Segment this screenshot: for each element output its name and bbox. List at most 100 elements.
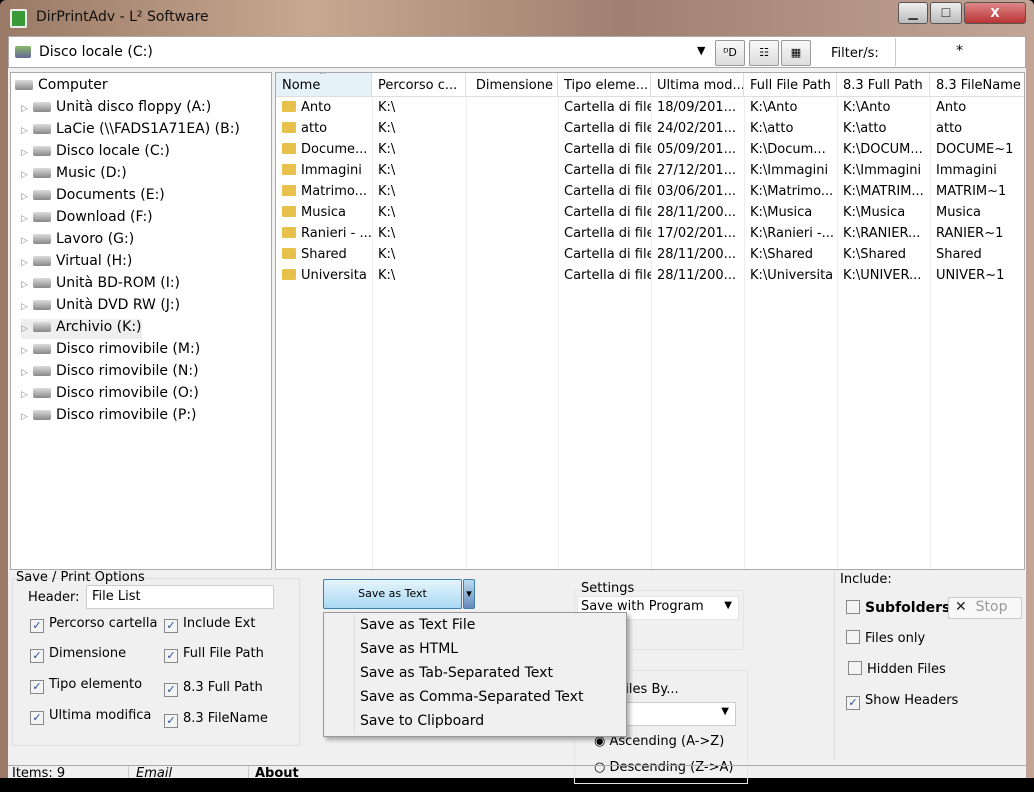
filter-input[interactable]: * <box>895 38 1023 66</box>
column-header[interactable]: Tipo eleme... <box>558 73 651 97</box>
option-checkbox[interactable]: ✓ Include Ext <box>164 616 255 633</box>
drive-dropdown-arrow-icon[interactable]: ▼ <box>697 44 705 57</box>
expand-arrow-icon[interactable]: ▷ <box>21 214 33 224</box>
cell-text: K:\ <box>378 184 396 199</box>
table-row[interactable]: Immagini K:\ Cartella di file 27/12/201... K… <box>276 161 1024 182</box>
column-header[interactable]: Dimensione <box>466 73 558 97</box>
menu-item-save-clipboard[interactable]: Save to Clipboard <box>360 713 484 729</box>
cell-text: K:\Anto <box>750 100 798 115</box>
option-checkbox[interactable]: ✓ Dimensione <box>30 646 126 663</box>
folder-icon <box>282 248 296 259</box>
option-checkbox[interactable]: ✓ 8.3 FileName <box>164 711 268 728</box>
menu-item-save-tsv[interactable]: Save as Tab-Separated Text <box>360 665 553 681</box>
stop-button[interactable]: ✕ Stop <box>948 597 1022 619</box>
tree-item[interactable]: ▷ Music (D:) <box>21 165 127 185</box>
tree-item[interactable]: ▷ Unità DVD RW (J:) <box>21 297 180 317</box>
tree-item-label: Unità DVD RW (J:) <box>56 297 181 313</box>
option-checkbox[interactable]: ✓ Ultima modifica <box>30 708 151 725</box>
tree-item[interactable]: ▷ Archivio (K:) <box>21 319 142 339</box>
expand-arrow-icon[interactable]: ▷ <box>21 126 33 136</box>
expand-arrow-icon[interactable]: ▷ <box>21 346 33 356</box>
drive-select[interactable]: Disco locale (C:) <box>39 44 153 60</box>
files-only-checkbox[interactable]: Files only <box>846 630 925 646</box>
table-cell: K:\Anto <box>744 98 837 119</box>
table-row[interactable]: atto K:\ Cartella di file 24/02/201... K:\at… <box>276 119 1024 140</box>
subfolders-checkbox[interactable]: Subfolders <box>846 600 950 616</box>
filter-label: Filter/s: <box>831 46 879 61</box>
tree-item[interactable]: ▷ Download (F:) <box>21 209 153 229</box>
cell-text: K:\Ranieri -... <box>750 226 835 241</box>
option-checkbox[interactable]: ✓ 8.3 Full Path <box>164 680 263 697</box>
table-cell <box>466 203 558 224</box>
column-header[interactable]: 8.3 FileName <box>930 73 1024 97</box>
expand-arrow-icon[interactable]: ▷ <box>21 170 33 180</box>
tree-item-label: Computer <box>38 77 108 93</box>
expand-arrow-icon[interactable]: ▷ <box>21 192 33 202</box>
tree-item-computer[interactable]: Computer <box>15 77 108 97</box>
header-input[interactable]: File List <box>86 585 274 609</box>
list-view-button[interactable]: ☷ <box>749 40 779 66</box>
expand-arrow-icon[interactable]: ▷ <box>21 104 33 114</box>
details-view-button[interactable]: ▦ <box>781 40 811 66</box>
tree-item[interactable]: ▷ Disco locale (C:) <box>21 143 170 163</box>
email-link[interactable]: Email <box>136 766 172 778</box>
expand-arrow-icon[interactable]: ▷ <box>21 412 33 422</box>
menu-item-save-text-file[interactable]: Save as Text File <box>360 617 475 633</box>
menu-item-save-csv[interactable]: Save as Comma-Separated Text <box>360 689 583 705</box>
about-link[interactable]: About <box>255 766 299 778</box>
folder-tree[interactable]: Computer ▷ Unità disco floppy (A:) ▷ LaCie (… <box>10 72 272 570</box>
table-cell: RANIER~1 <box>930 224 1024 245</box>
column-header[interactable]: Ultima mod... <box>651 73 744 97</box>
tree-item[interactable]: ▷ Unità BD-ROM (I:) <box>21 275 180 295</box>
hidden-files-checkbox[interactable]: Hidden Files <box>848 661 946 677</box>
tree-item[interactable]: ▷ Disco rimovibile (P:) <box>21 407 197 427</box>
table-row[interactable]: Ranieri - ... K:\ Cartella di file 17/02/20… <box>276 224 1024 245</box>
file-list[interactable]: Nome Percorso c... Dimensione Tipo eleme...… <box>275 72 1025 570</box>
expand-arrow-icon[interactable]: ▷ <box>21 258 33 268</box>
table-cell: atto <box>930 119 1024 140</box>
tree-item[interactable]: ▷ LaCie (\\FADS1A71EA) (B:) <box>21 121 240 141</box>
table-row[interactable]: Matrimo... K:\ Cartella di file 03/06/201..… <box>276 182 1024 203</box>
column-header[interactable]: Percorso c... <box>372 73 466 97</box>
sort-names-button[interactable]: ᴰD <box>715 40 745 66</box>
tree-item[interactable]: ▷ Unità disco floppy (A:) <box>21 99 211 119</box>
table-row[interactable]: Musica K:\ Cartella di file 28/11/200... K:\… <box>276 203 1024 224</box>
show-headers-checkbox[interactable]: ✓ Show Headers <box>846 693 958 710</box>
menu-item-save-html[interactable]: Save as HTML <box>360 641 458 657</box>
option-checkbox[interactable]: ✓ Tipo elemento <box>30 677 142 694</box>
cell-text: K:\Immagini <box>843 163 922 178</box>
table-row[interactable]: Docume... K:\ Cartella di file 05/09/201...… <box>276 140 1024 161</box>
tree-item-label: Download (F:) <box>56 209 153 225</box>
expand-arrow-icon[interactable]: ▷ <box>21 280 33 290</box>
expand-arrow-icon[interactable]: ▷ <box>21 368 33 378</box>
table-cell: MATRIM~1 <box>930 182 1024 203</box>
tree-item[interactable]: ▷ Documents (E:) <box>21 187 165 207</box>
table-cell: 18/09/201... <box>651 98 744 119</box>
expand-arrow-icon[interactable]: ▷ <box>21 302 33 312</box>
expand-arrow-icon[interactable]: ▷ <box>21 390 33 400</box>
table-cell: Cartella di file <box>558 203 651 224</box>
save-as-text-button[interactable]: Save as Text <box>323 579 462 609</box>
checkbox-box <box>848 661 862 675</box>
save-dropdown-button[interactable]: ▾ <box>463 579 475 609</box>
expand-arrow-icon[interactable]: ▷ <box>21 324 33 334</box>
cell-text: Matrimo... <box>301 184 368 199</box>
option-checkbox[interactable]: ✓ Full File Path <box>164 646 264 663</box>
expand-arrow-icon[interactable]: ▷ <box>21 148 33 158</box>
expand-arrow-icon[interactable]: ▷ <box>21 236 33 246</box>
maximize-button[interactable]: ☐ <box>930 2 962 24</box>
tree-item[interactable]: ▷ Disco rimovibile (N:) <box>21 363 199 383</box>
table-cell: K:\MATRIM... <box>837 182 930 203</box>
tree-item[interactable]: ▷ Virtual (H:) <box>21 253 132 273</box>
tree-item[interactable]: ▷ Disco rimovibile (O:) <box>21 385 199 405</box>
table-row[interactable]: Anto K:\ Cartella di file 18/09/201... K:\An… <box>276 98 1024 119</box>
tree-item[interactable]: ▷ Lavoro (G:) <box>21 231 134 251</box>
table-row[interactable]: Universita K:\ Cartella di file 28/11/200..… <box>276 266 1024 287</box>
close-button[interactable]: X <box>964 2 1026 24</box>
minimize-button[interactable]: ▁ <box>898 2 928 24</box>
tree-item[interactable]: ▷ Disco rimovibile (M:) <box>21 341 200 361</box>
column-header[interactable]: Full File Path <box>744 73 837 97</box>
column-header[interactable]: 8.3 Full Path <box>837 73 930 97</box>
option-checkbox[interactable]: ✓ Percorso cartella <box>30 616 157 633</box>
table-row[interactable]: Shared K:\ Cartella di file 28/11/200... K:\… <box>276 245 1024 266</box>
